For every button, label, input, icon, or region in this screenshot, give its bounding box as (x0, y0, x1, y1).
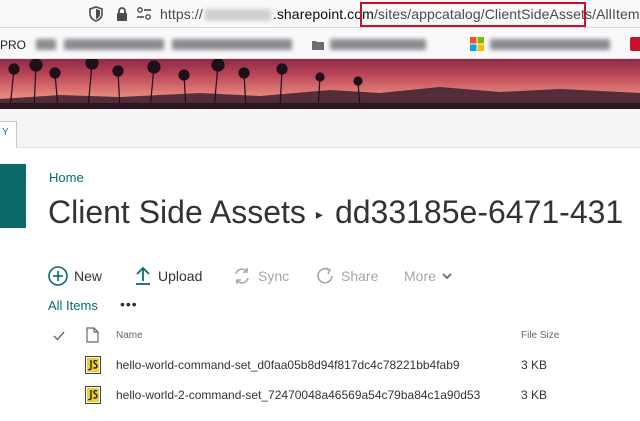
share-button[interactable]: Share (315, 264, 378, 288)
palm-skyline-image (0, 59, 640, 109)
more-button-label: More (404, 268, 436, 284)
column-header-name[interactable]: Name (116, 330, 143, 341)
bookmark-label[interactable]: PRO (0, 38, 26, 52)
page-title: Client Side Assets ▸ dd33185e-6471-431 (48, 194, 623, 231)
file-size: 3 KB (521, 358, 548, 372)
bookmark-blurred[interactable] (64, 39, 164, 50)
url-domain: .sharepoint.com (272, 6, 374, 22)
bookmark-blurred[interactable] (172, 39, 292, 50)
js-file-icon (85, 356, 101, 374)
share-icon (317, 267, 333, 284)
sync-button[interactable]: Sync (232, 264, 289, 288)
address-bar: https://.sharepoint.com/sites/appcatalog… (0, 0, 640, 28)
list-item[interactable]: hello-world-command-set_d0faa05b8d94f817… (0, 350, 640, 380)
site-logo[interactable] (0, 164, 26, 228)
lock-icon[interactable] (114, 6, 130, 22)
breadcrumb-separator-icon: ▸ (315, 206, 323, 223)
file-size: 3 KB (521, 388, 548, 402)
sync-button-label: Sync (258, 268, 290, 284)
js-file-icon (85, 386, 101, 404)
view-more-button[interactable]: ••• (120, 296, 138, 312)
folder-title: dd33185e-6471-431 (334, 194, 624, 230)
url-highlight-box (360, 2, 586, 27)
select-all-checkmark-icon[interactable] (53, 331, 65, 341)
file-name-link[interactable]: hello-world-command-set_d0faa05b8d94f817… (116, 358, 460, 372)
sync-icon (235, 268, 249, 284)
view-all-items-tab[interactable]: All Items (48, 298, 98, 313)
list-header: Name File Size (0, 322, 640, 350)
new-button-label: New (74, 268, 103, 284)
bookmark-blurred[interactable] (330, 39, 426, 50)
ribbon-bar: Y (0, 109, 640, 148)
upload-button-label: Upload (158, 268, 203, 284)
shield-icon[interactable] (88, 6, 104, 22)
bookmark-favicon[interactable] (630, 37, 640, 51)
bookmark-blurred[interactable] (490, 39, 610, 50)
site-banner (0, 59, 640, 109)
windows-logo-icon (470, 37, 484, 51)
redacted-tenant (204, 9, 271, 22)
folder-icon (312, 41, 324, 50)
upload-icon (136, 266, 150, 285)
add-icon (48, 266, 68, 286)
ribbon-tab-label: Y (2, 127, 9, 138)
bookmarks-bar: PRO (0, 29, 640, 59)
breadcrumb-home-link[interactable]: Home (49, 170, 84, 185)
upload-button[interactable]: Upload (134, 264, 202, 288)
list-item[interactable]: hello-world-2-command-set_72470048a46569… (0, 380, 640, 410)
file-type-icon (86, 327, 99, 343)
file-name-link[interactable]: hello-world-2-command-set_72470048a46569… (116, 388, 480, 402)
url-prefix: https:// (160, 6, 203, 22)
ribbon-tab[interactable]: Y (0, 121, 17, 148)
share-button-label: Share (341, 268, 379, 284)
library-title[interactable]: Client Side Assets (48, 194, 306, 230)
bookmark-blurred[interactable] (36, 39, 56, 50)
more-button[interactable]: More (404, 264, 452, 288)
new-button[interactable]: New (48, 264, 102, 288)
column-header-file-size[interactable]: File Size (521, 330, 559, 341)
chevron-down-icon (442, 273, 452, 280)
permissions-icon[interactable] (136, 6, 152, 22)
